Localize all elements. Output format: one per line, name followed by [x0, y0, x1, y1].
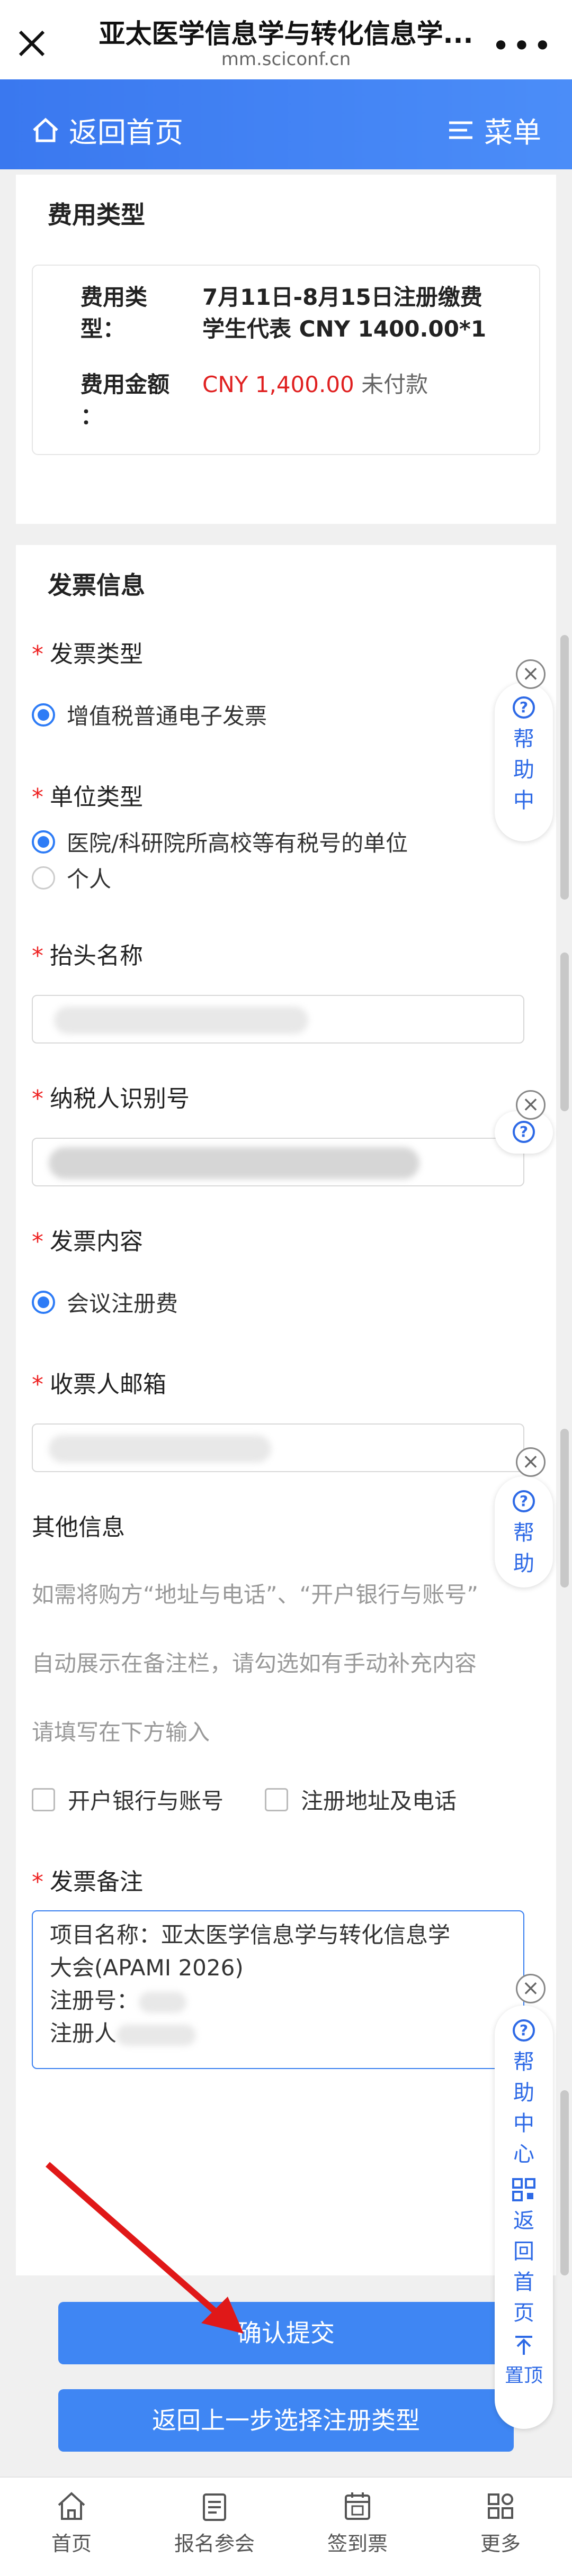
invoice-content-label: * 发票内容 — [32, 1228, 143, 1255]
other-info-hint-3: 请填写在下方输入 — [32, 1719, 210, 1745]
page-url: mm.sciconf.cn — [221, 49, 351, 70]
radio-selected-icon — [32, 703, 55, 727]
help-widget-main[interactable]: ? 帮助中心 返回首页 置顶 — [495, 2006, 553, 2429]
fee-amount-value: CNY 1,400.00 — [202, 371, 354, 397]
fee-amount-status: 未付款 — [361, 371, 428, 397]
help-question-icon: ? — [513, 1121, 535, 1143]
close-help-icon[interactable]: × — [516, 1974, 546, 2003]
arrow-up-icon — [515, 2336, 532, 2355]
radio-unselected-icon — [32, 866, 55, 890]
radio-selected-icon — [32, 1290, 55, 1314]
fee-type-label: 费用类 — [81, 284, 148, 310]
invoice-content-radio[interactable]: 会议注册费 — [32, 1286, 178, 1318]
tab-more[interactable]: 更多 — [429, 2478, 572, 2576]
menu-button[interactable]: 菜单 — [446, 109, 541, 151]
page-title: 亚太医学信息学与转化信息学... — [99, 19, 473, 49]
tab-register[interactable]: 报名参会 — [143, 2478, 286, 2576]
other-info-hint-1: 如需将购方“地址与电话”、“开户银行与账号” — [32, 1582, 479, 1608]
invoice-type-option: 增值税普通电子发票 — [67, 703, 267, 729]
fee-amount-label: 费用金额 — [81, 371, 170, 397]
remark-line: 项目名称：亚太医学信息学与转化信息学 — [50, 1922, 451, 1948]
fee-type-card: 费用类型 费用类 型： 7月11日-8月15日注册缴费 学生代表 CNY 140… — [16, 175, 556, 524]
receiver-email-label: * 收票人邮箱 — [32, 1371, 166, 1398]
invoice-title-input[interactable] — [32, 995, 524, 1044]
qr-icon — [512, 2178, 535, 2201]
unit-type-option-personal: 个人 — [67, 866, 112, 892]
address-phone-label: 注册地址及电话 — [301, 1788, 457, 1814]
scrollbar[interactable] — [560, 635, 569, 900]
fee-section-title: 费用类型 — [48, 201, 145, 229]
address-phone-checkbox[interactable]: 注册地址及电话 — [265, 1783, 457, 1816]
remark-line: 注册号： — [50, 1984, 506, 2017]
remark-line: 注册人 — [50, 2017, 506, 2050]
help-text: 帮助中 — [513, 727, 534, 813]
fee-type-label-2: 型： — [81, 316, 126, 342]
invoice-remark-label: * 发票备注 — [32, 1868, 143, 1895]
fee-type-value-2: 学生代表 CNY 1400.00*1 — [202, 316, 487, 342]
taxpayer-id-label: * 纳税人识别号 — [32, 1085, 190, 1112]
invoice-card: 发票信息 * 发票类型 增值税普通电子发票 * 单位类型 医院/科研院所高校等有税号… — [16, 545, 556, 2275]
help-text: 帮助 — [513, 1521, 534, 1576]
nav-bar: 返回首页 菜单 — [0, 79, 572, 169]
invoice-content-option: 会议注册费 — [67, 1291, 178, 1317]
receiver-email-input[interactable] — [32, 1423, 524, 1472]
help-question-icon: ? — [513, 696, 535, 719]
help-widget-3[interactable]: ? 帮助 — [495, 1476, 553, 1588]
unit-type-label: * 单位类型 — [32, 784, 143, 811]
close-help-icon[interactable]: × — [516, 1090, 546, 1120]
invoice-type-label: * 发票类型 — [32, 641, 143, 668]
back-home-link[interactable]: 返回首页 — [495, 2206, 553, 2328]
radio-selected-icon — [32, 830, 55, 854]
menu-icon — [449, 121, 472, 139]
scrollbar[interactable] — [560, 1429, 569, 1588]
help-question-icon: ? — [513, 2019, 535, 2042]
tab-home[interactable]: 首页 — [0, 2478, 143, 2576]
bank-account-label: 开户银行与账号 — [68, 1788, 224, 1814]
clipboard-icon — [203, 2493, 226, 2521]
invoice-type-radio[interactable]: 增值税普通电子发票 — [32, 699, 267, 731]
close-help-icon[interactable]: × — [516, 659, 546, 689]
calendar-icon — [345, 2492, 370, 2520]
more-options-icon[interactable]: ••• — [491, 28, 554, 65]
tab-register-label: 报名参会 — [174, 2532, 255, 2555]
tab-home-label: 首页 — [51, 2532, 92, 2555]
fee-detail-box: 费用类 型： 7月11日-8月15日注册缴费 学生代表 CNY 1400.00*… — [32, 265, 540, 455]
fee-amount-label-2: ： — [81, 403, 103, 429]
fee-type-value: 7月11日-8月15日注册缴费 — [202, 284, 482, 310]
tab-checkin-label: 签到票 — [327, 2532, 388, 2555]
bottom-tab-bar: 首页 报名参会 签到票 更多 — [0, 2477, 572, 2576]
unit-type-radio-personal[interactable]: 个人 — [32, 861, 111, 894]
remark-line: 大会(APAMI 2026) — [50, 1955, 244, 1981]
invoice-section-title: 发票信息 — [48, 571, 145, 600]
close-help-icon[interactable]: × — [516, 1447, 546, 1477]
help-widget-1[interactable]: ? 帮助中 — [495, 683, 553, 841]
back-step-button[interactable]: 返回上一步选择注册类型 — [58, 2389, 514, 2452]
tab-checkin[interactable]: 签到票 — [286, 2478, 429, 2576]
checkbox-icon — [32, 1788, 55, 1811]
back-home-label: 返回首页 — [69, 116, 183, 149]
annotation-arrow-icon — [46, 2162, 244, 2334]
taxpayer-id-input[interactable] — [32, 1138, 524, 1186]
help-question-icon: ? — [513, 1490, 535, 1512]
help-center-link[interactable]: 帮助中心 — [495, 2047, 553, 2170]
scrollbar[interactable] — [560, 953, 569, 1111]
grid-icon — [488, 2493, 513, 2519]
unit-type-radio-org[interactable]: 医院/科研院所高校等有税号的单位 — [32, 826, 408, 858]
back-home-button[interactable]: 返回首页 — [31, 109, 183, 151]
other-info-label: 其他信息 — [32, 1514, 125, 1541]
unit-type-option-org: 医院/科研院所高校等有税号的单位 — [67, 830, 408, 856]
menu-label: 菜单 — [484, 116, 541, 149]
wechat-title-bar: 亚太医学信息学与转化信息学... mm.sciconf.cn ••• — [0, 0, 572, 79]
checkbox-icon — [265, 1788, 288, 1811]
close-icon[interactable] — [13, 24, 51, 62]
invoice-title-label: * 抬头名称 — [32, 942, 143, 969]
home-icon — [58, 2492, 85, 2520]
bank-account-checkbox[interactable]: 开户银行与账号 — [32, 1783, 224, 1816]
scrollbar[interactable] — [560, 2090, 569, 2275]
scroll-top-link[interactable]: 置顶 — [495, 2360, 553, 2388]
home-icon — [33, 117, 58, 142]
invoice-remark-textarea[interactable]: 项目名称：亚太医学信息学与转化信息学 大会(APAMI 2026) 注册号： 注… — [32, 1910, 524, 2069]
other-info-hint-2: 自动展示在备注栏，请勾选如有手动补充内容 — [32, 1650, 477, 1676]
tab-more-label: 更多 — [480, 2532, 521, 2555]
